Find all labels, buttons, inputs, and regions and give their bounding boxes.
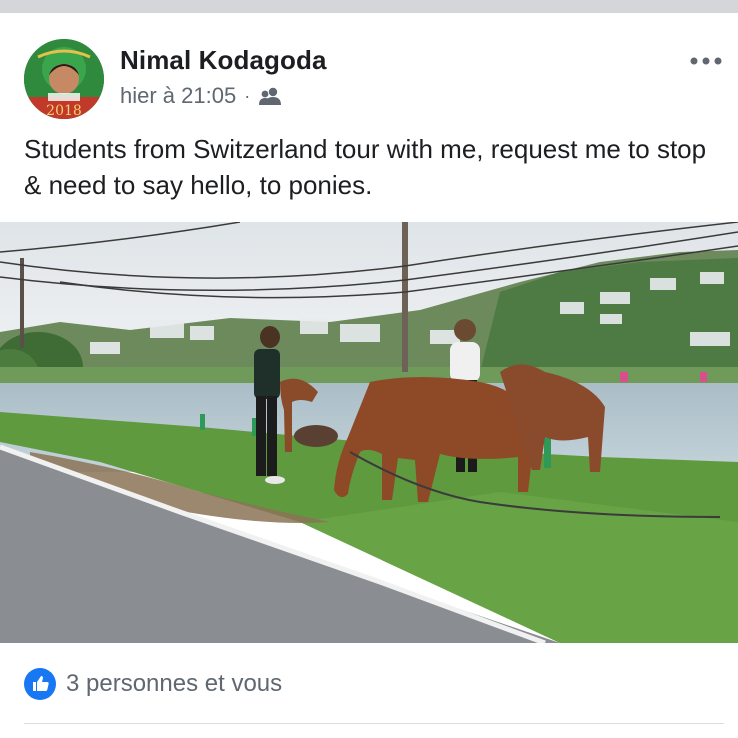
post-timestamp[interactable]: hier à 21:05: [120, 83, 236, 109]
post-header: 2018 Nimal Kodagoda hier à 21:05 ·: [0, 13, 738, 123]
meta-separator: ·: [244, 85, 251, 106]
divider: [24, 723, 724, 724]
post-meta: hier à 21:05 ·: [120, 83, 282, 109]
reactions-summary[interactable]: 3 personnes et vous: [24, 668, 282, 700]
post-text: Students from Switzerland tour with me, …: [24, 134, 707, 200]
more-options-button[interactable]: [688, 53, 724, 69]
post-photo[interactable]: [0, 222, 738, 643]
top-status-strip: [0, 0, 738, 13]
reactions-text: 3 personnes et vous: [66, 670, 283, 697]
avatar-image: 2018: [24, 39, 104, 119]
friends-icon[interactable]: [258, 86, 282, 106]
more-options-icon: [690, 57, 722, 65]
like-icon: [24, 668, 56, 700]
ponies-photo-image: [0, 222, 738, 643]
author-name[interactable]: Nimal Kodagoda: [120, 45, 327, 76]
author-avatar[interactable]: 2018: [24, 39, 104, 119]
svg-text:2018: 2018: [46, 103, 82, 119]
